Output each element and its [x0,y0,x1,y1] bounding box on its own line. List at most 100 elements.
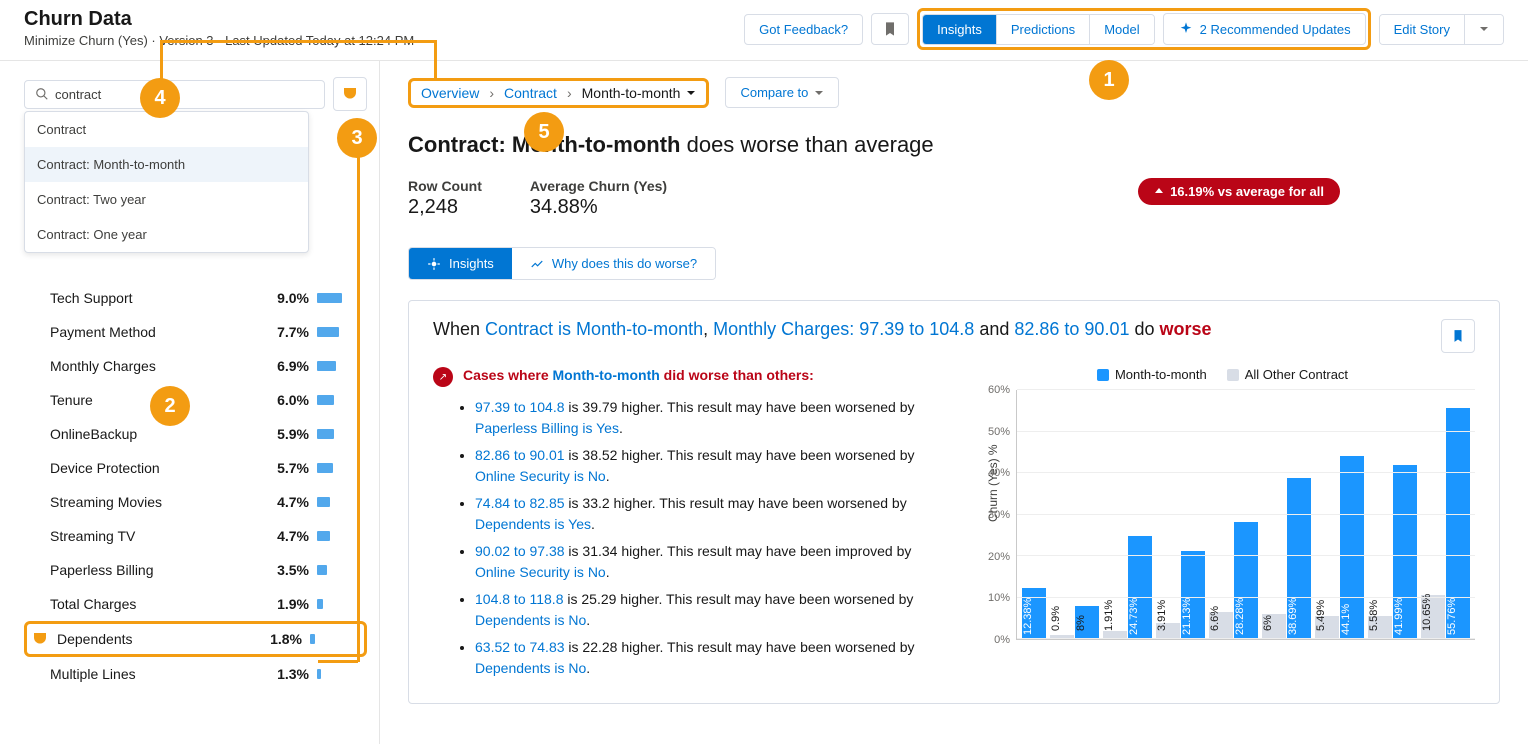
y-tick: 10% [988,592,1010,604]
y-tick: 0% [994,634,1010,646]
bar-primary: 38.69% [1287,478,1311,639]
metric-name: Dependents [57,631,244,647]
metric-row[interactable]: Monthly Charges6.9% [24,349,367,383]
bar-primary: 55.76% [1446,408,1470,639]
metric-bar [317,669,321,679]
tab-insights-inner[interactable]: Insights [409,248,512,279]
metric-value: 9.0% [259,290,309,306]
bar-primary: 21.13% [1181,551,1205,639]
bar-group: 41.99%10.65% [1393,390,1445,639]
metric-value: 4.7% [259,528,309,544]
page-title: Churn Data [24,8,414,31]
arrow-diag-icon: ↗ [433,367,453,387]
insight-card: When Contract is Month-to-month, Monthly… [408,300,1500,704]
metric-value: 5.7% [259,460,309,476]
arrow-up-icon [1154,187,1164,197]
bar-primary: 41.99% [1393,465,1417,639]
bar-group: 12.38%0.9% [1022,390,1074,639]
metric-row[interactable]: Dependents1.8% [24,621,367,657]
metric-bar [317,293,342,303]
bar-secondary: 6.6% [1209,612,1233,639]
sidebar-bookmark-button[interactable] [333,77,367,111]
autocomplete-item[interactable]: Contract: Month-to-month [25,147,308,182]
search-icon [35,87,49,101]
recommended-updates-button[interactable]: 2 Recommended Updates [1163,13,1366,45]
chart: Month-to-month All Other Contract Churn … [970,367,1475,685]
metric-value: 7.7% [259,324,309,340]
callout-5: 5 [524,112,564,152]
insight-icon [427,257,441,271]
metric-list: Tech Support9.0% Payment Method 7.7% Monthl… [24,281,367,691]
metric-row[interactable]: OnlineBackup5.9% [24,417,367,451]
breadcrumb: Overview › Contract › Month-to-month [421,85,696,101]
bar-group: 44.1%5.58% [1340,390,1392,639]
comparison-pill: 16.19% vs average for all [1138,178,1340,205]
autocomplete-item[interactable]: Contract [25,112,308,147]
metric-name: Paperless Billing [50,562,251,578]
stat-rowcount: Row Count 2,248 [408,178,482,219]
bar-primary: 12.38% [1022,588,1046,639]
tab-insights[interactable]: Insights [923,15,997,44]
bar-group: 8%1.91% [1075,390,1127,639]
compare-to-dropdown[interactable]: Compare to [725,77,839,108]
bookmark-button[interactable] [871,13,909,45]
callout-3: 3 [337,118,377,158]
bar-group: 55.76% [1446,390,1470,639]
metric-bar [317,531,330,541]
metric-row[interactable]: Total Charges1.9% [24,587,367,621]
callout-line [357,156,360,662]
edit-story-dropdown[interactable] [1465,15,1503,44]
bookmark-icon [1451,328,1465,344]
autocomplete-item[interactable]: Contract: One year [25,217,308,252]
metric-bar [317,497,330,507]
y-tick: 50% [988,426,1010,438]
metric-row[interactable]: Streaming Movies4.7% [24,485,367,519]
bar-group: 21.13%6.6% [1181,390,1233,639]
bar-group: 38.69%5.49% [1287,390,1339,639]
breadcrumb-contract[interactable]: Contract [504,85,557,101]
metric-row[interactable]: Device Protection5.7% [24,451,367,485]
badge-icon [31,630,49,648]
bookmark-icon [882,21,898,37]
tab-predictions[interactable]: Predictions [997,15,1090,44]
search-input[interactable] [55,87,314,102]
bar-primary: 28.28% [1234,522,1258,639]
bar-secondary: 6% [1262,614,1286,639]
y-tick: 40% [988,467,1010,479]
autocomplete-item[interactable]: Contract: Two year [25,182,308,217]
metric-value: 5.9% [259,426,309,442]
metric-name: Total Charges [50,596,251,612]
metric-bar [317,463,333,473]
autocomplete-list: Contract Contract: Month-to-month Contra… [24,111,309,253]
feedback-button[interactable]: Got Feedback? [744,14,863,45]
breadcrumb-overview[interactable]: Overview [421,85,479,101]
metric-row[interactable]: Tech Support9.0% [24,281,367,315]
content: Overview › Contract › Month-to-month Com… [380,61,1528,744]
tab-model[interactable]: Model [1090,15,1153,44]
y-tick: 60% [988,384,1010,396]
metric-name: Monthly Charges [50,358,251,374]
metric-row[interactable]: Streaming TV 4.7% [24,519,367,553]
metric-bar [317,565,327,575]
insight-tabs: Insights Why does this do worse? [408,247,716,280]
metric-name: Streaming TV [50,528,251,544]
metric-name: Payment Method [50,324,251,340]
metric-row[interactable]: Payment Method 7.7% [24,315,367,349]
metric-bar [317,327,339,337]
case-item: 74.84 to 82.85 is 33.2 higher. This resu… [475,493,938,535]
metric-value: 3.5% [259,562,309,578]
metric-bar [317,429,334,439]
tab-why[interactable]: Why does this do worse? [512,248,715,279]
card-bookmark-button[interactable] [1441,319,1475,353]
y-tick: 30% [988,509,1010,521]
metric-value: 6.0% [259,392,309,408]
metric-row[interactable]: Paperless Billing 3.5% [24,553,367,587]
callout-line [434,40,437,78]
metric-row[interactable]: Multiple Lines1.3% [24,657,367,691]
callout-2: 2 [150,386,190,426]
breadcrumb-current-dropdown[interactable]: Month-to-month [582,85,697,101]
metric-row[interactable]: Tenure6.0% [24,383,367,417]
cases-list: 97.39 to 104.8 is 39.79 higher. This res… [433,397,938,679]
sidebar: Contract Contract: Month-to-month Contra… [0,61,380,744]
edit-story-button[interactable]: Edit Story [1380,15,1465,44]
